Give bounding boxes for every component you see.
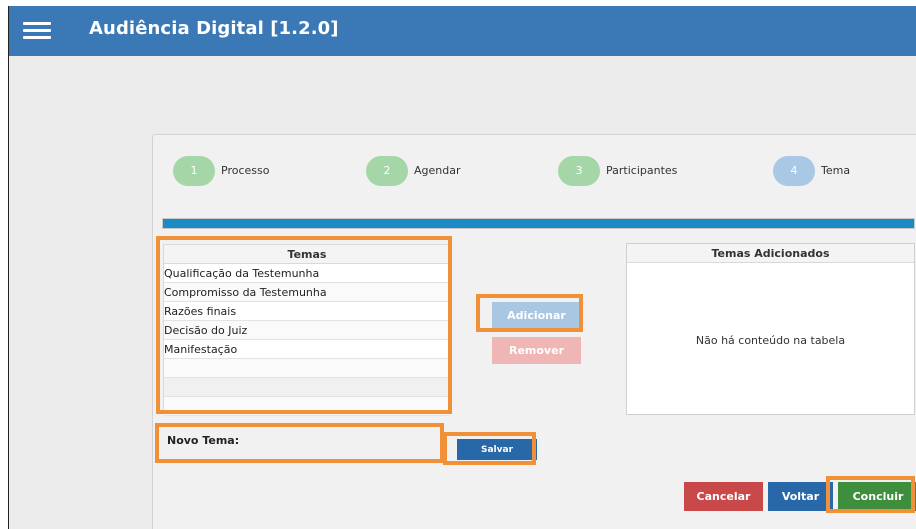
table-row[interactable]: Manifestação xyxy=(164,340,450,359)
table-row[interactable] xyxy=(164,397,450,416)
step-label: Processo xyxy=(221,164,270,177)
table-row[interactable]: Compromisso da Testemunha xyxy=(164,283,450,302)
table-row[interactable] xyxy=(164,378,450,397)
step-label: Participantes xyxy=(606,164,678,177)
step-label: Agendar xyxy=(414,164,461,177)
adicionar-button[interactable]: Adicionar xyxy=(492,302,581,329)
progress-bar xyxy=(162,218,915,229)
temas-adicionados-table: Temas Adicionados Não há conteúdo na tab… xyxy=(626,243,915,415)
voltar-button[interactable]: Voltar xyxy=(768,482,833,511)
novo-tema-label: Novo Tema: xyxy=(167,434,240,447)
remover-button[interactable]: Remover xyxy=(492,337,581,364)
top-bar: Audiência Digital [1.2.0] xyxy=(9,6,916,56)
table-header: Temas xyxy=(164,245,450,264)
menu-icon[interactable] xyxy=(23,22,51,40)
temas-table: Temas Qualificação da Testemunha Comprom… xyxy=(163,244,451,416)
table-row[interactable]: Razões finais xyxy=(164,302,450,321)
concluir-button[interactable]: Concluir xyxy=(838,482,916,511)
app-window: Audiência Digital [1.2.0] 1 Processo 2 A… xyxy=(8,6,916,529)
step-number: 4 xyxy=(773,156,815,186)
cancelar-button[interactable]: Cancelar xyxy=(684,482,763,511)
empty-table-message: Não há conteúdo na tabela xyxy=(695,334,846,347)
table-row[interactable]: Decisão do Juiz xyxy=(164,321,450,340)
step-number: 1 xyxy=(173,156,215,186)
app-title: Audiência Digital [1.2.0] xyxy=(89,18,339,39)
novo-tema-input[interactable] xyxy=(167,448,447,462)
progress-fill xyxy=(163,219,914,228)
table-row[interactable]: Qualificação da Testemunha xyxy=(164,264,450,283)
step-number: 2 xyxy=(366,156,408,186)
wizard-panel: 1 Processo 2 Agendar 3 Participantes 4 T… xyxy=(152,134,916,529)
step-label: Tema xyxy=(821,164,851,177)
table-body: Qualificação da Testemunha Compromisso d… xyxy=(164,264,450,416)
table-header: Temas Adicionados xyxy=(627,244,914,263)
salvar-button[interactable]: Salvar xyxy=(457,439,537,460)
step-number: 3 xyxy=(558,156,600,186)
table-row[interactable] xyxy=(164,359,450,378)
